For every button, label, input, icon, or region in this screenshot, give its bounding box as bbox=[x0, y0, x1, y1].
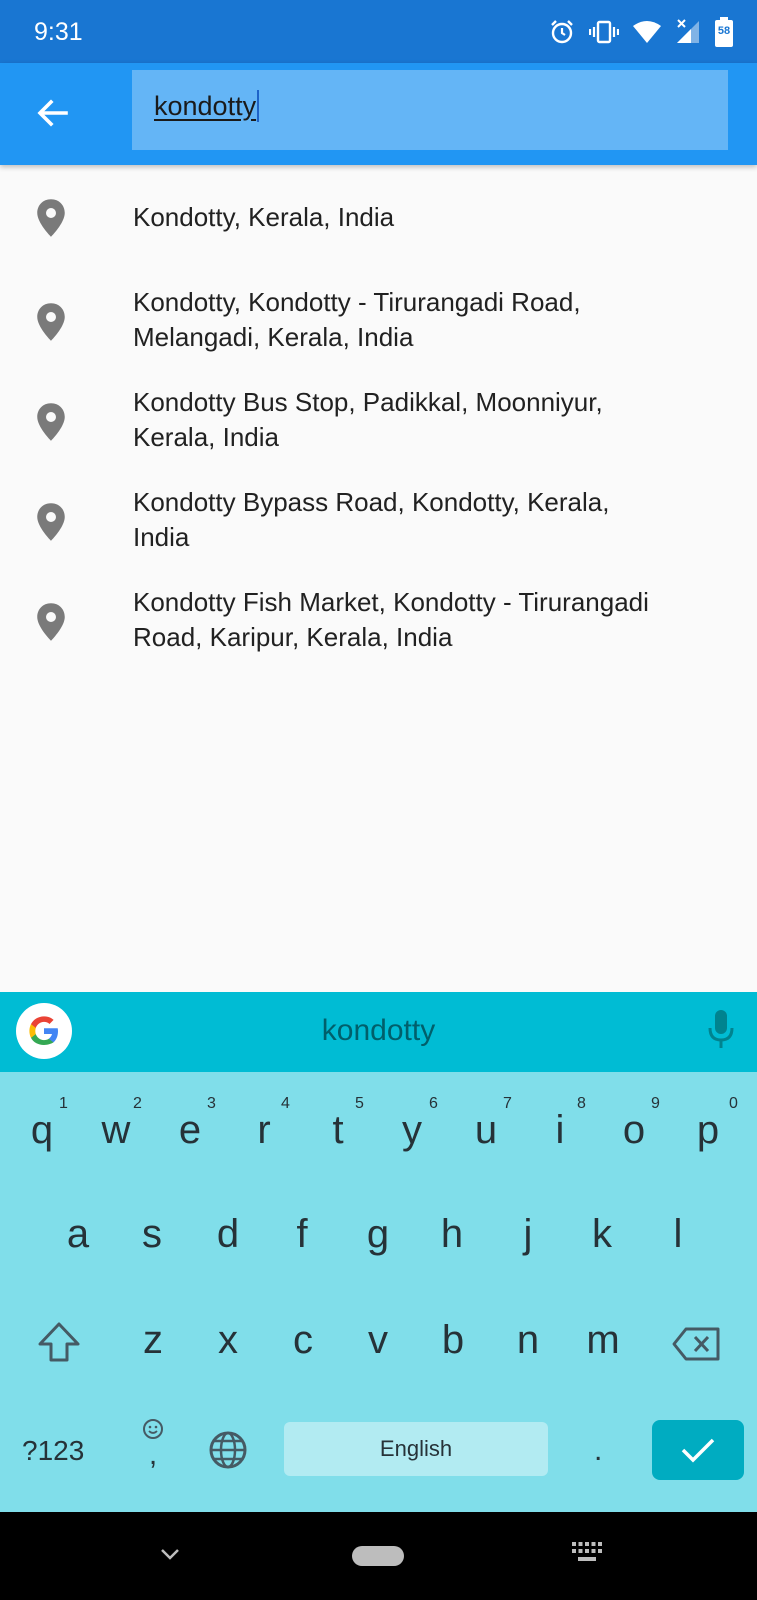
result-label-line2: Melangadi, Kerala, India bbox=[133, 322, 414, 352]
key-y[interactable]: y bbox=[382, 1108, 442, 1153]
nav-home-pill[interactable] bbox=[352, 1546, 404, 1566]
key-h[interactable]: h bbox=[422, 1212, 482, 1257]
key-j[interactable]: j bbox=[498, 1212, 558, 1257]
comma-key-label: , bbox=[148, 1438, 158, 1471]
key-n[interactable]: n bbox=[498, 1318, 558, 1363]
arrow-back-icon bbox=[37, 99, 68, 127]
list-item[interactable]: Kondotty Fish Market, Kondotty - Tiruran… bbox=[0, 581, 757, 685]
vibrate-icon bbox=[589, 20, 619, 44]
key-r[interactable]: r bbox=[234, 1108, 294, 1153]
list-item[interactable]: Kondotty Bypass Road, Kondotty, Kerala, … bbox=[0, 477, 757, 581]
backspace-icon[interactable] bbox=[672, 1326, 722, 1362]
signal-icon bbox=[677, 19, 699, 43]
list-item[interactable]: Kondotty Bus Stop, Padikkal, Moonniyur, … bbox=[0, 373, 757, 477]
key-o[interactable]: o bbox=[604, 1108, 664, 1153]
status-icons: 58 bbox=[549, 17, 733, 47]
result-label-line1: Kondotty Bus Stop, Padikkal, Moonniyur, bbox=[133, 387, 603, 417]
location-pin-icon bbox=[37, 199, 65, 237]
key-v[interactable]: v bbox=[348, 1318, 408, 1363]
result-label-line1: Kondotty, Kondotty - Tirurangadi Road, bbox=[133, 287, 581, 317]
key-x[interactable]: x bbox=[198, 1318, 258, 1363]
key-z[interactable]: z bbox=[123, 1318, 183, 1363]
key-t[interactable]: t bbox=[308, 1108, 368, 1153]
shift-icon[interactable] bbox=[36, 1320, 82, 1366]
key-g[interactable]: g bbox=[348, 1212, 408, 1257]
battery-icon: 58 bbox=[715, 17, 733, 47]
key-c[interactable]: c bbox=[273, 1318, 333, 1363]
wifi-icon bbox=[633, 21, 661, 43]
location-pin-icon bbox=[37, 503, 65, 541]
key-a[interactable]: a bbox=[48, 1212, 108, 1257]
alarm-icon bbox=[551, 20, 573, 44]
key-m[interactable]: m bbox=[573, 1318, 633, 1363]
globe-icon[interactable] bbox=[208, 1430, 248, 1470]
key-b[interactable]: b bbox=[423, 1318, 483, 1363]
result-label-line1: Kondotty Fish Market, Kondotty - Tiruran… bbox=[133, 587, 649, 617]
key-s[interactable]: s bbox=[122, 1212, 182, 1257]
nav-back-icon[interactable] bbox=[158, 1542, 182, 1566]
key-f[interactable]: f bbox=[272, 1212, 332, 1257]
check-icon bbox=[681, 1438, 715, 1463]
symbols-key[interactable]: ?123 bbox=[22, 1435, 84, 1467]
enter-key[interactable] bbox=[652, 1420, 744, 1480]
key-i[interactable]: i bbox=[530, 1108, 590, 1153]
location-pin-icon bbox=[37, 403, 65, 441]
keyboard: 1 q 2 w 3 e 4 r 5 t 6 y 7 u 8 i 9 o 0 p … bbox=[0, 1072, 757, 1512]
result-label-line2: India bbox=[133, 522, 190, 552]
location-pin-icon bbox=[37, 603, 65, 641]
key-e[interactable]: e bbox=[160, 1108, 220, 1153]
navigation-bar bbox=[0, 1512, 757, 1600]
text-caret bbox=[257, 89, 260, 122]
search-input[interactable]: kondotty bbox=[132, 70, 728, 150]
space-key[interactable]: English bbox=[284, 1422, 548, 1476]
suggestion-word[interactable]: kondotty bbox=[0, 1014, 757, 1048]
key-u[interactable]: u bbox=[456, 1108, 516, 1153]
mic-icon[interactable] bbox=[707, 1008, 735, 1052]
status-time: 9:31 bbox=[34, 18, 83, 46]
keyboard-suggestion-strip: kondotty bbox=[0, 992, 757, 1072]
emoji-comma-key[interactable]: , bbox=[140, 1418, 166, 1471]
key-k[interactable]: k bbox=[572, 1212, 632, 1257]
app-bar: kondotty bbox=[0, 63, 757, 165]
result-label: Kondotty, Kerala, India bbox=[133, 202, 395, 232]
keyboard-switch-icon[interactable] bbox=[572, 1542, 602, 1564]
list-item[interactable]: Kondotty, Kondotty - Tirurangadi Road, M… bbox=[0, 269, 757, 373]
result-label-line2: Road, Karipur, Kerala, India bbox=[133, 622, 453, 652]
location-pin-icon bbox=[37, 303, 65, 341]
result-label-line1: Kondotty Bypass Road, Kondotty, Kerala, bbox=[133, 487, 610, 517]
result-label: Kondotty, Kondotty - Tirurangadi Road, M… bbox=[133, 285, 733, 355]
back-button[interactable] bbox=[26, 87, 78, 139]
result-label: Kondotty Bus Stop, Padikkal, Moonniyur, … bbox=[133, 385, 733, 455]
result-label: Kondotty Bypass Road, Kondotty, Kerala, … bbox=[133, 485, 733, 555]
key-p[interactable]: p bbox=[678, 1108, 738, 1153]
result-label: Kondotty Fish Market, Kondotty - Tiruran… bbox=[133, 585, 733, 655]
key-d[interactable]: d bbox=[198, 1212, 258, 1257]
result-label-line2: Kerala, India bbox=[133, 422, 279, 452]
status-bar: 9:31 58 bbox=[0, 0, 757, 63]
key-q[interactable]: q bbox=[12, 1108, 72, 1153]
list-item[interactable]: Kondotty, Kerala, India bbox=[0, 165, 757, 269]
period-key[interactable]: . bbox=[594, 1434, 602, 1468]
search-input-value: kondotty bbox=[154, 91, 257, 121]
key-w[interactable]: w bbox=[86, 1108, 146, 1153]
battery-level: 58 bbox=[717, 25, 731, 37]
emoji-icon bbox=[143, 1419, 163, 1439]
key-l[interactable]: l bbox=[648, 1212, 708, 1257]
